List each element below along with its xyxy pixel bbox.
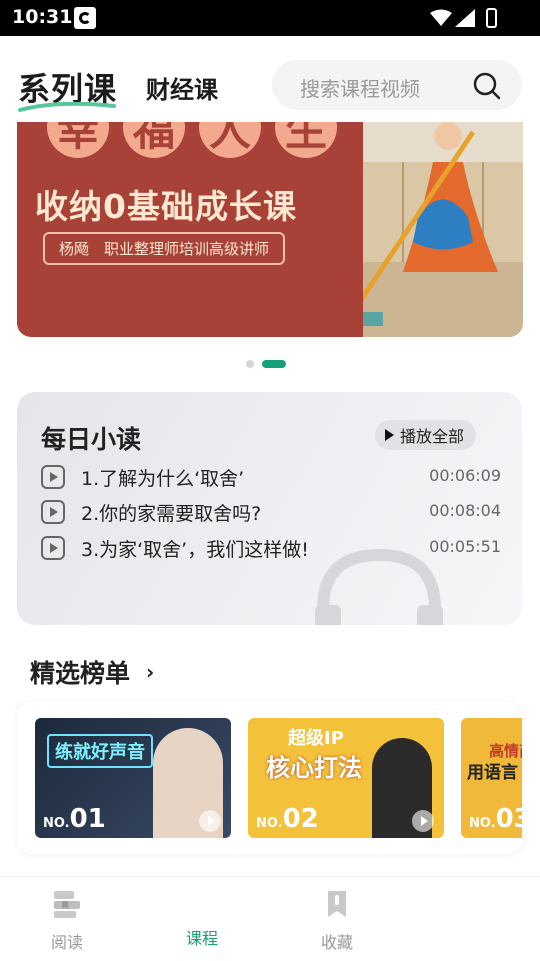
search-icon[interactable] [472, 71, 502, 101]
banner-big-title: 幸 福 人 生 [47, 122, 337, 158]
rank-prefix: NO. [256, 816, 283, 831]
banner-title: 收纳0基础成长课 [35, 187, 297, 226]
rank-number: NO.01 [43, 804, 106, 834]
rank-prefix: NO. [469, 816, 496, 831]
nav-item-reading[interactable]: 阅读 [17, 889, 117, 953]
ranking-course-thumb[interactable]: 练就好声音 NO.01 [35, 718, 231, 838]
bookmark-icon [328, 891, 346, 917]
daily-reading-title: 每日小读 [41, 425, 142, 454]
tab-finance-course-label: 财经课 [146, 76, 218, 104]
nav-item-favorites[interactable]: 收藏 [287, 889, 387, 953]
headphone-icon [315, 548, 443, 625]
rank-value: 02 [282, 804, 319, 834]
banner-big-char: 幸 [47, 122, 109, 158]
play-icon[interactable] [199, 810, 221, 832]
rank-number: NO.03 [469, 804, 522, 834]
pagination-dot-active[interactable] [262, 360, 286, 368]
audio-track[interactable]: 1.了解为什么‘取舍’ 00:06:09 [41, 464, 501, 492]
top-header: 系列课 财经课 搜索课程视频 [0, 36, 540, 122]
ranking-course-thumb[interactable]: 超级IP 核心打法 NO.02 [248, 718, 444, 838]
tab-finance-course[interactable]: 财经课 [146, 70, 218, 105]
ranking-course-thumb[interactable]: 高情商 用语言 NO.03 [461, 718, 522, 838]
battery-icon [486, 8, 497, 28]
banner-pagination [246, 360, 286, 368]
track-name: 3.为家‘取舍’，我们这样做! [81, 539, 309, 561]
tab-series-course[interactable]: 系列课 [18, 64, 117, 112]
thumb-title: 超级IP [288, 728, 344, 749]
app-notification-icon [74, 7, 96, 29]
pagination-dot[interactable] [246, 360, 254, 368]
nav-course-icon-placeholder [152, 889, 252, 919]
thumb-subtitle: 核心打法 [266, 754, 362, 782]
status-bar: 10:31 [0, 0, 540, 36]
track-name: 1.了解为什么‘取舍’ [81, 468, 245, 490]
play-track-icon[interactable] [41, 536, 65, 560]
ranking-section-title[interactable]: 精选榜单 [30, 654, 130, 690]
rank-value: 03 [495, 804, 522, 834]
daily-reading-card: 每日小读 播放全部 1.了解为什么‘取舍’ 00:06:09 2.你的家需要取舍… [17, 392, 522, 625]
banner-illustration [363, 122, 523, 337]
active-tab-swoosh [18, 102, 116, 112]
search-bar[interactable]: 搜索课程视频 [272, 60, 522, 110]
play-track-icon[interactable] [41, 500, 65, 524]
nav-item-label: 收藏 [320, 933, 353, 952]
banner-author: 杨飏 职业整理师培训高级讲师 [43, 232, 286, 265]
nav-item-course[interactable]: 课程 [152, 889, 252, 949]
chevron-right-icon[interactable]: › [146, 660, 154, 684]
ranking-carousel: 练就好声音 NO.01 超级IP 核心打法 NO.02 高情商 用语言 NO.0… [17, 702, 522, 854]
rank-number: NO.02 [256, 804, 319, 834]
book-icon [54, 891, 80, 918]
banner-big-char: 生 [275, 122, 337, 158]
banner-big-char: 福 [123, 122, 185, 158]
rank-value: 01 [69, 804, 106, 834]
thumb-title: 练就好声音 [47, 734, 153, 768]
play-track-icon[interactable] [41, 465, 65, 489]
nav-item-label: 课程 [185, 929, 218, 948]
play-icon [385, 429, 394, 441]
wifi-icon [430, 9, 452, 26]
track-duration: 00:08:04 [429, 501, 501, 520]
nav-item-label: 阅读 [50, 933, 83, 952]
banner-big-char: 人 [199, 122, 261, 158]
track-name: 2.你的家需要取舍吗? [81, 503, 262, 525]
thumb-subtitle: 用语言 [467, 763, 518, 783]
play-icon[interactable] [412, 810, 434, 832]
play-all-button[interactable]: 播放全部 [375, 420, 477, 450]
search-placeholder: 搜索课程视频 [300, 77, 420, 101]
play-all-label: 播放全部 [400, 427, 465, 446]
audio-track[interactable]: 2.你的家需要取舍吗? 00:08:04 [41, 499, 501, 527]
course-banner[interactable]: 幸 福 人 生 收纳0基础成长课 杨飏 职业整理师培训高级讲师 [17, 122, 523, 337]
signal-icon [455, 9, 475, 27]
rank-prefix: NO. [43, 816, 70, 831]
bottom-navigation: 阅读 课程 收藏 [0, 876, 540, 961]
status-time: 10:31 [12, 6, 73, 28]
track-duration: 00:06:09 [429, 466, 501, 485]
